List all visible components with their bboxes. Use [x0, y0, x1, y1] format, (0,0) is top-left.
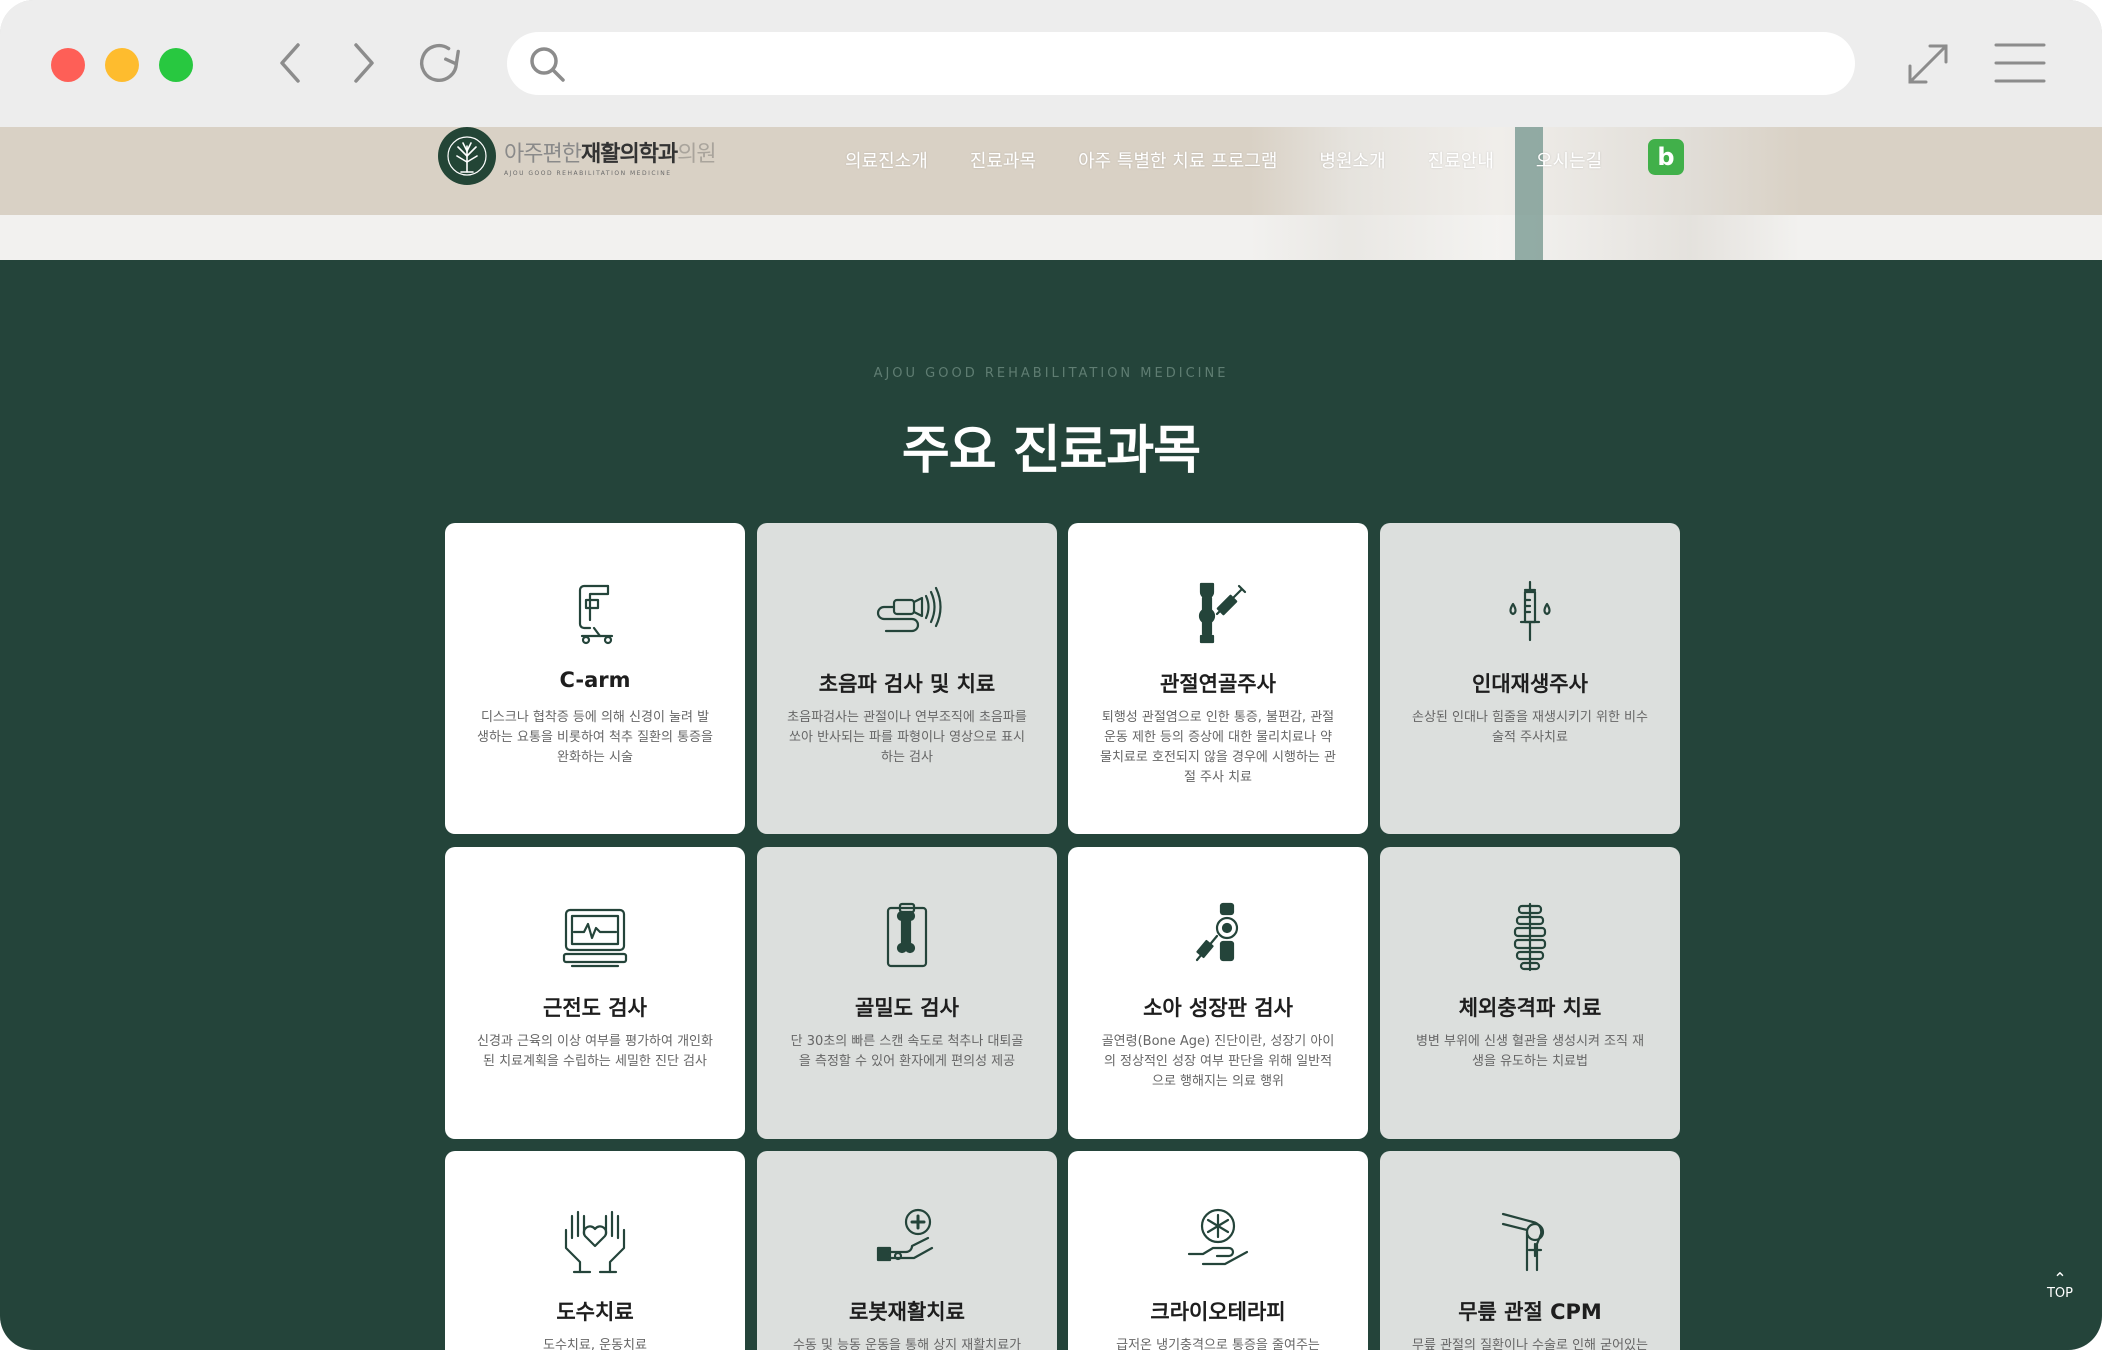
chevron-up-icon: ⌃: [2053, 1269, 2067, 1288]
address-bar[interactable]: [507, 32, 1855, 95]
card-joint-injection[interactable]: 관절연골주사 퇴행성 관절염으로 인한 통증, 불편감, 관절운동 제한 등의 …: [1068, 523, 1368, 834]
card-emg[interactable]: 근전도 검사 신경과 근육의 이상 여부를 평가하여 개인화된 치료계획을 수립…: [445, 847, 745, 1139]
card-description: 골연령(Bone Age) 진단이란, 성장기 아이의 정상적인 성장 여부 판…: [1101, 1034, 1335, 1089]
hands-heart-icon: [564, 1210, 626, 1274]
card-title: 골밀도 검사: [855, 996, 959, 1020]
section-eyebrow: AJOU GOOD REHABILITATION MEDICINE: [873, 366, 1229, 381]
card-title: 크라이오테라피: [1150, 1300, 1286, 1324]
card-growth-plate[interactable]: 소아 성장판 검사 골연령(Bone Age) 진단이란, 성장기 아이의 정상…: [1068, 847, 1368, 1139]
card-description: 디스크나 협착증 등에 의해 신경이 눌려 발생하는 요통을 비롯하여 척추 질…: [477, 710, 713, 765]
card-title: 초음파 검사 및 치료: [818, 672, 996, 696]
card-title: 로봇재활치료: [849, 1300, 965, 1324]
c-arm-icon: [578, 584, 614, 645]
cryo-icon: [1187, 1208, 1249, 1266]
syringe-icon: [1509, 580, 1551, 642]
site-logo[interactable]: 아주편한재활의학과의원 AJOU GOOD REHABILITATION MED…: [438, 126, 717, 186]
nav-guide[interactable]: 진료안내: [1428, 147, 1494, 173]
nav-special-program[interactable]: 아주 특별한 치료 프로그램: [1078, 147, 1277, 173]
menu-button[interactable]: [1994, 40, 2046, 86]
card-cryotherapy[interactable]: 크라이오테라피 급저온 냉기충격으로 통증을 줄여주는: [1068, 1151, 1368, 1350]
card-description: 초음파검사는 관절이나 연부조직에 초음파를 쏘아 반사되는 파를 파형이나 영…: [787, 710, 1027, 765]
nav-directions[interactable]: 오시는길: [1536, 147, 1602, 173]
card-title: 소아 성장판 검사: [1143, 996, 1293, 1020]
card-title: 체외충격파 치료: [1458, 996, 1602, 1020]
logo-tree-icon: [438, 127, 496, 185]
card-title: 인대재생주사: [1472, 672, 1588, 696]
card-ultrasound[interactable]: 초음파 검사 및 치료 초음파검사는 관절이나 연부조직에 초음파를 쏘아 반사…: [757, 523, 1057, 834]
nav-doctors[interactable]: 의료진소개: [845, 147, 928, 173]
card-c-arm[interactable]: C-arm 디스크나 협착증 등에 의해 신경이 눌려 발생하는 요통을 비롯하…: [445, 523, 745, 834]
card-bone-density[interactable]: 골밀도 검사 단 30초의 빠른 스캔 속도로 척추나 대퇴골을 측정할 수 있…: [757, 847, 1057, 1139]
main-navigation: 의료진소개 진료과목 아주 특별한 치료 프로그램 병원소개 진료안내 오시는길: [845, 144, 1644, 176]
card-description: 무릎 관절의 질환이나 수술로 인해 굳어있는: [1412, 1338, 1648, 1350]
spine-icon: [1513, 902, 1547, 972]
logo-name-suffix: 의원: [677, 141, 716, 167]
scroll-top-label: TOP: [2046, 1286, 2073, 1301]
card-title: 근전도 검사: [543, 996, 647, 1020]
logo-name-bold: 재활의학과: [580, 141, 678, 167]
minimize-window-button[interactable]: [105, 48, 139, 82]
maximize-window-button[interactable]: [159, 48, 193, 82]
nav-about[interactable]: 병원소개: [1319, 147, 1385, 173]
forward-icon: [354, 43, 374, 83]
card-description: 손상된 인대나 힘줄을 재생시키기 위한 비수술적 주사치료: [1412, 710, 1648, 745]
knee-cpm-icon: [1501, 1212, 1545, 1272]
card-description: 병변 부위에 신생 혈관을 생성시켜 조직 재생을 유도하는 치료법: [1415, 1034, 1645, 1069]
back-icon: [280, 43, 300, 83]
menu-icon: [1994, 43, 2046, 83]
card-knee-cpm[interactable]: 무릎 관절 CPM 무릎 관절의 질환이나 수술로 인해 굳어있는: [1380, 1151, 1680, 1350]
growth-plate-icon: [1195, 902, 1239, 962]
blog-button[interactable]: b: [1648, 139, 1684, 175]
logo-subtitle: AJOU GOOD REHABILITATION MEDICINE: [504, 169, 672, 177]
nav-departments[interactable]: 진료과목: [970, 147, 1036, 173]
card-robot-rehab[interactable]: 로봇재활치료 수동 및 능동 운동을 통해 상지 재활치료가: [757, 1151, 1057, 1350]
logo-name-main: 아주편한: [504, 141, 582, 167]
departments-section: AJOU GOOD REHABILITATION MEDICINE 주요 진료과…: [0, 260, 2102, 1350]
search-icon: [530, 47, 565, 82]
emg-monitor-icon: [562, 908, 628, 968]
address-input[interactable]: [577, 42, 1831, 84]
close-window-button[interactable]: [51, 48, 85, 82]
card-description: 수동 및 능동 운동을 통해 상지 재활치료가: [792, 1338, 1022, 1350]
card-description: 도수치료, 운동치료: [543, 1338, 647, 1350]
card-description: 신경과 근육의 이상 여부를 평가하여 개인화된 치료계획을 수립하는 세밀한 …: [477, 1034, 713, 1069]
card-description: 퇴행성 관절염으로 인한 통증, 불편감, 관절운동 제한 등의 증상에 대한 …: [1100, 710, 1336, 785]
card-manual-therapy[interactable]: 도수치료 도수치료, 운동치료: [445, 1151, 745, 1350]
expand-button[interactable]: [1902, 38, 1954, 90]
ultrasound-icon: [876, 586, 942, 633]
joint-injection-icon: [1198, 582, 1247, 644]
browser-window: 아주편한재활의학과의원 AJOU GOOD REHABILITATION MED…: [0, 0, 2102, 1350]
card-description: 단 30초의 빠른 스캔 속도로 척추나 대퇴골을 측정할 수 있어 환자에게 …: [790, 1034, 1024, 1069]
forward-button[interactable]: [338, 38, 388, 88]
robot-rehab-icon: [876, 1208, 934, 1262]
card-title: 무릎 관절 CPM: [1458, 1300, 1602, 1324]
browser-toolbar: [0, 0, 2102, 127]
scroll-top-button[interactable]: ⌃ TOP: [2040, 1269, 2080, 1316]
card-description: 급저온 냉기충격으로 통증을 줄여주는: [1116, 1338, 1320, 1350]
reload-icon: [420, 43, 460, 82]
card-ligament-injection[interactable]: 인대재생주사 손상된 인대나 힘줄을 재생시키기 위한 비수술적 주사치료: [1380, 523, 1680, 834]
card-title: 관절연골주사: [1160, 672, 1276, 696]
bone-scan-icon: [886, 902, 928, 968]
card-title: C-arm: [559, 668, 631, 692]
card-shockwave[interactable]: 체외충격파 치료 병변 부위에 신생 혈관을 생성시켜 조직 재생을 유도하는 …: [1380, 847, 1680, 1139]
back-button[interactable]: [266, 38, 316, 88]
section-title: 주요 진료과목: [901, 421, 1201, 481]
card-title: 도수치료: [556, 1300, 634, 1324]
expand-icon: [1908, 44, 1948, 84]
reload-button[interactable]: [414, 38, 464, 88]
